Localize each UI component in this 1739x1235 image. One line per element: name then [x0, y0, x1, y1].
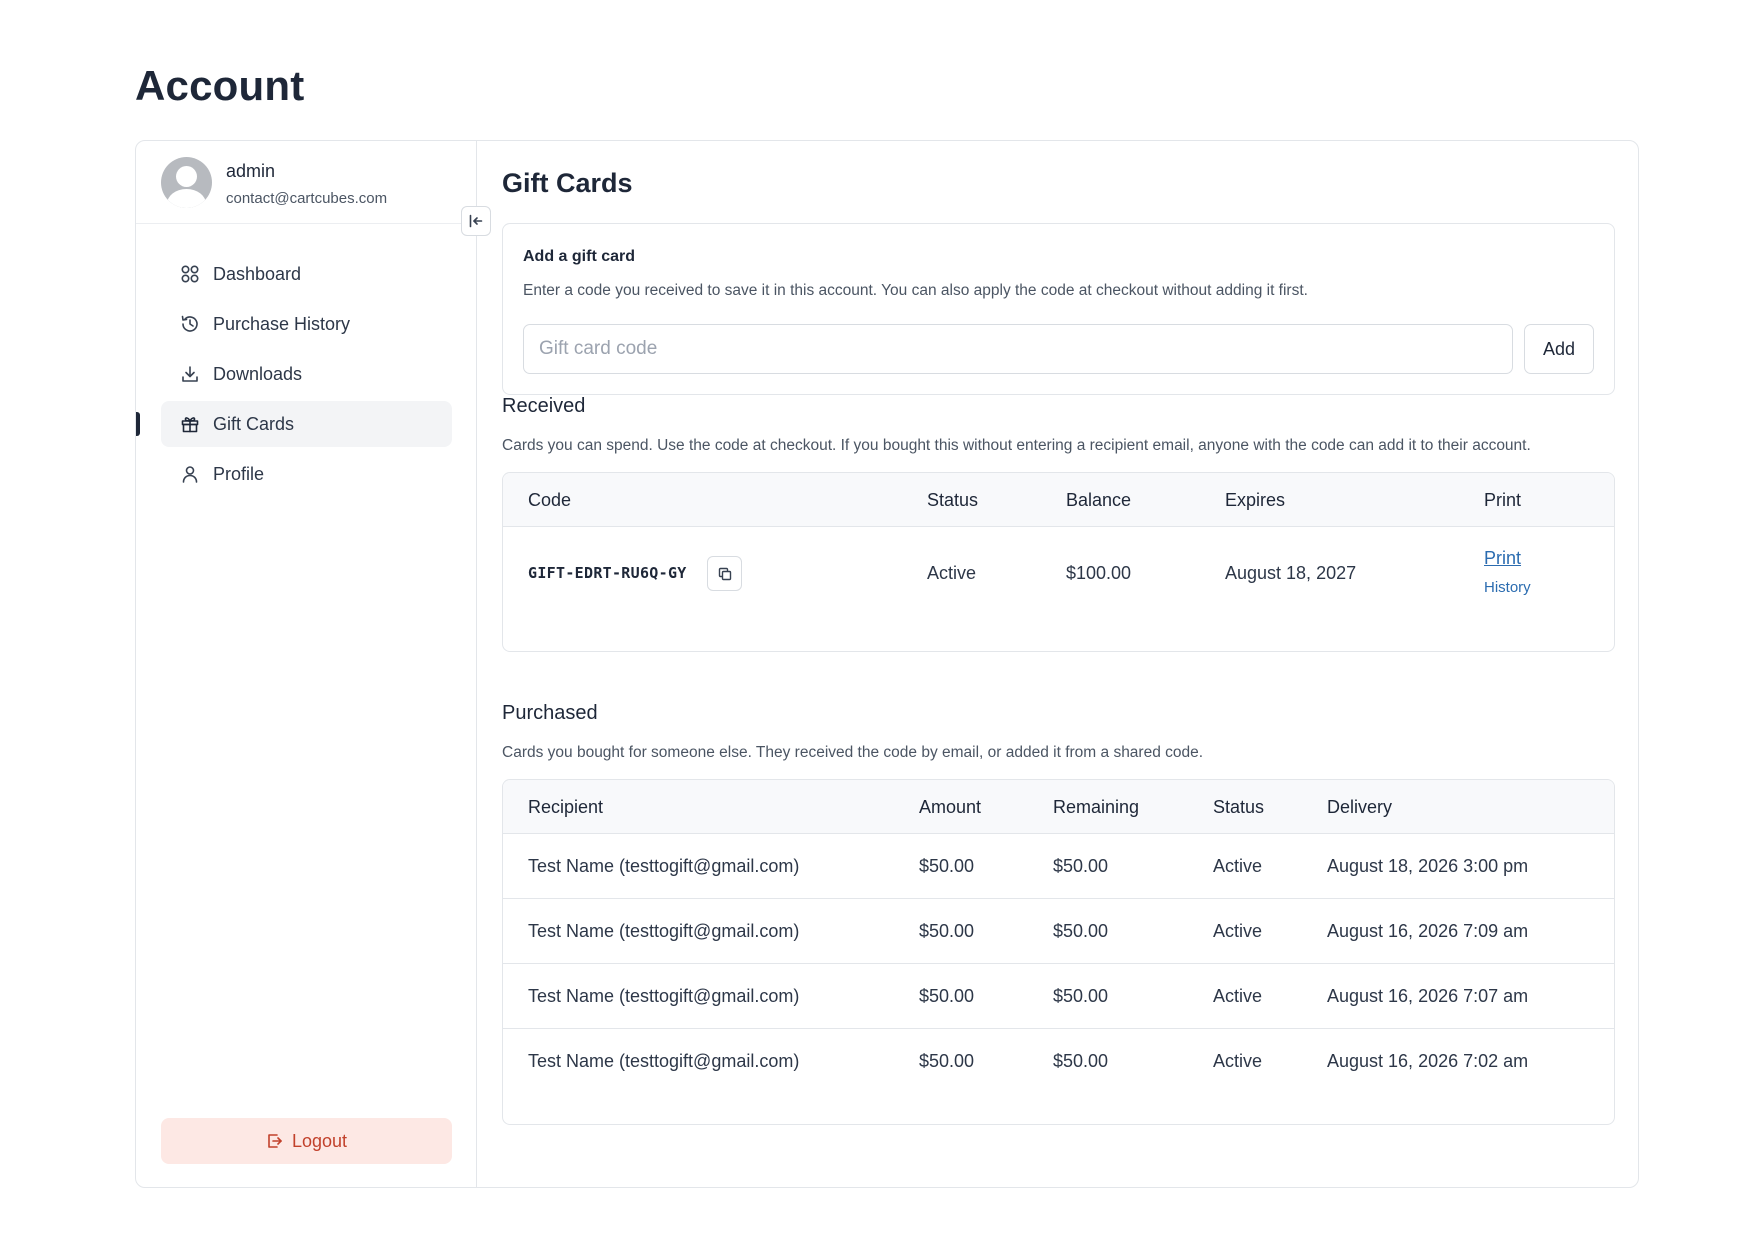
table-row: GIFT-EDRT-RU6Q-GY Active $100.00 August … [503, 527, 1614, 651]
add-gift-card-title: Add a gift card [523, 248, 636, 265]
status-badge: Active [1213, 921, 1263, 941]
table-row: Test Name (testtogift@gmail.com) $50.00 … [503, 899, 1614, 964]
sidebar-item-dashboard[interactable]: Dashboard [161, 251, 452, 297]
history-link[interactable]: History [1484, 579, 1531, 596]
page-title: Account [135, 62, 305, 109]
expires-value: August 18, 2027 [1225, 563, 1357, 583]
status-badge: Active [1213, 986, 1263, 1006]
table-row: Test Name (testtogift@gmail.com) $50.00 … [503, 834, 1614, 899]
remaining-value: $50.00 [1053, 921, 1109, 941]
sidebar-item-label: Gift Cards [213, 413, 295, 434]
sidebar-item-label: Dashboard [213, 263, 302, 284]
gift-icon [179, 413, 201, 435]
user-email: contact@cartcubes.com [226, 190, 388, 207]
delivery-value: August 18, 2026 3:00 pm [1327, 856, 1529, 876]
remaining-value: $50.00 [1053, 1051, 1109, 1071]
table-header: Recipient Amount Remaining Status Delive… [503, 780, 1614, 834]
recipient-value: Test Name (testtogift@gmail.com) [528, 856, 800, 876]
add-gift-card-panel: Add a gift card Enter a code you receive… [502, 223, 1615, 395]
section-heading: Gift Cards [502, 168, 633, 198]
delivery-value: August 16, 2026 7:02 am [1327, 1051, 1529, 1071]
sidebar-item-purchase-history[interactable]: Purchase History [161, 301, 452, 347]
user-name: admin [226, 161, 276, 181]
sidebar-item-label: Downloads [213, 363, 303, 384]
column-header: Balance [1066, 490, 1132, 510]
sidebar: admin contact@cartcubes.com Dashboard Pu… [136, 141, 491, 1187]
recipient-value: Test Name (testtogift@gmail.com) [528, 1051, 800, 1071]
sidebar-item-gift-cards[interactable]: Gift Cards [136, 401, 452, 447]
account-panel: admin contact@cartcubes.com Dashboard Pu… [135, 140, 1639, 1188]
history-icon [179, 313, 201, 335]
received-table: Code Status Balance Expires Print GIFT-E… [502, 472, 1615, 652]
dashboard-grid-icon [179, 263, 201, 285]
remaining-value: $50.00 [1053, 986, 1109, 1006]
column-header: Remaining [1053, 797, 1140, 817]
purchased-table: Recipient Amount Remaining Status Delive… [502, 779, 1615, 1125]
received-title: Received [502, 395, 586, 417]
remaining-value: $50.00 [1053, 856, 1109, 876]
collapse-left-icon [469, 214, 483, 228]
gift-card-code: GIFT-EDRT-RU6Q-GY [528, 564, 687, 582]
status-badge: Active [927, 563, 977, 583]
column-header: Print [1484, 490, 1522, 510]
copy-code-button[interactable] [707, 556, 742, 591]
sidebar-item-label: Profile [213, 463, 265, 484]
status-badge: Active [1213, 1051, 1263, 1071]
add-gift-card-button[interactable]: Add [1524, 324, 1594, 374]
amount-value: $50.00 [919, 1051, 975, 1071]
purchased-title: Purchased [502, 702, 598, 724]
logout-button[interactable]: Logout [161, 1118, 452, 1164]
sidebar-item-profile[interactable]: Profile [161, 451, 452, 497]
download-icon [179, 363, 201, 385]
status-badge: Active [1213, 856, 1263, 876]
add-gift-card-description: Enter a code you received to save it in … [523, 282, 1308, 299]
balance-value: $100.00 [1066, 563, 1132, 583]
column-header: Amount [919, 797, 982, 817]
sidebar-item-downloads[interactable]: Downloads [161, 351, 452, 397]
purchased-description: Cards you bought for someone else. They … [502, 744, 1204, 761]
recipient-value: Test Name (testtogift@gmail.com) [528, 986, 800, 1006]
amount-value: $50.00 [919, 856, 975, 876]
amount-value: $50.00 [919, 921, 975, 941]
received-description: Cards you can spend. Use the code at che… [502, 437, 1531, 454]
column-header: Delivery [1327, 797, 1393, 817]
column-header: Recipient [528, 797, 604, 817]
collapse-sidebar-button[interactable] [461, 206, 491, 236]
print-link[interactable]: Print [1484, 548, 1521, 569]
column-header: Status [927, 490, 979, 510]
column-header: Status [1213, 797, 1265, 817]
logout-icon [266, 1132, 284, 1150]
sidebar-nav: Dashboard Purchase History Downloads Gif… [136, 251, 452, 501]
gift-card-code-input[interactable] [523, 324, 1513, 374]
user-icon [179, 463, 201, 485]
column-header: Code [528, 490, 572, 510]
column-header: Expires [1225, 490, 1286, 510]
table-header: Code Status Balance Expires Print [503, 473, 1614, 527]
recipient-value: Test Name (testtogift@gmail.com) [528, 921, 800, 941]
table-row: Test Name (testtogift@gmail.com) $50.00 … [503, 964, 1614, 1029]
table-row: Test Name (testtogift@gmail.com) $50.00 … [503, 1029, 1614, 1094]
logout-label: Logout [291, 1130, 348, 1151]
active-indicator [136, 412, 140, 436]
sidebar-item-label: Purchase History [213, 313, 351, 334]
user-block: admin contact@cartcubes.com [136, 141, 476, 224]
amount-value: $50.00 [919, 986, 975, 1006]
copy-icon [718, 567, 731, 580]
delivery-value: August 16, 2026 7:07 am [1327, 986, 1529, 1006]
delivery-value: August 16, 2026 7:09 am [1327, 921, 1529, 941]
avatar [161, 157, 212, 208]
